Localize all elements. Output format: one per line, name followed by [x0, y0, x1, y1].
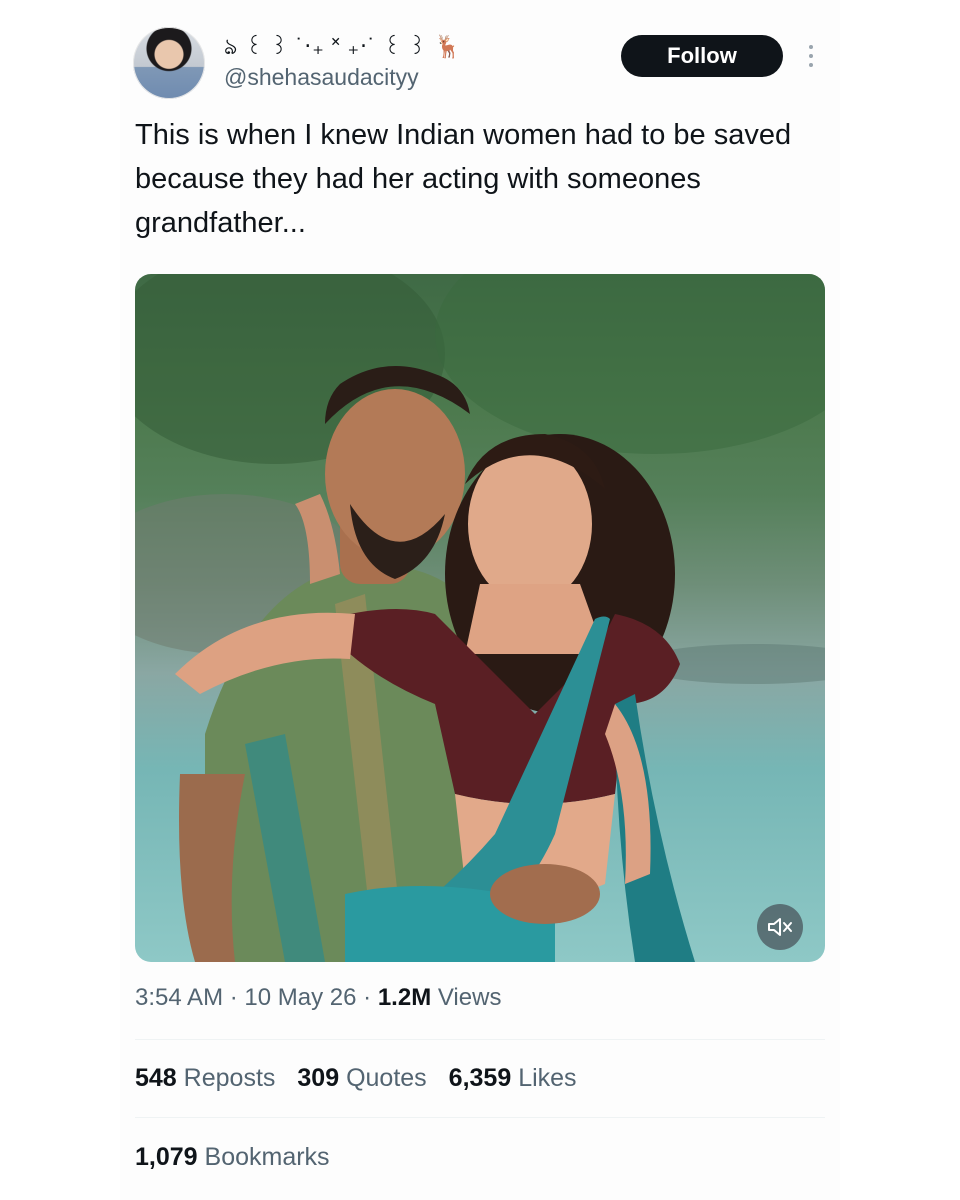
divider	[135, 1117, 825, 1118]
display-name[interactable]: ঌ ꒰ ꒱ ˙‧₊ ˟ ₊‧˙ ꒰ ꒱ 🦌	[224, 30, 462, 60]
engagement-stats: 548 Reposts 309 Quotes 6,359 Likes	[135, 1064, 577, 1093]
tweet-date[interactable]: 10 May 26	[244, 984, 356, 1011]
views-count: 1.2M	[377, 984, 432, 1011]
meta-separator: ·	[229, 984, 245, 1011]
reposts-count: 548	[135, 1064, 177, 1092]
tweet-media[interactable]	[135, 274, 825, 962]
more-options-icon[interactable]	[800, 40, 822, 72]
follow-button[interactable]: Follow	[621, 35, 783, 77]
views-label: Views	[437, 984, 502, 1011]
quotes-count: 309	[297, 1064, 340, 1092]
tweet-meta: 3:54 AM · 10 May 26 · 1.2M Views	[135, 984, 501, 1012]
reposts-label: Reposts	[183, 1064, 276, 1092]
likes-label: Likes	[518, 1064, 577, 1092]
likes-stat[interactable]: 6,359 Likes	[449, 1064, 577, 1093]
avatar[interactable]	[133, 27, 205, 99]
media-illustration	[135, 274, 825, 962]
likes-count: 6,359	[448, 1064, 512, 1092]
bookmarks-label: Bookmarks	[204, 1143, 330, 1171]
quotes-label: Quotes	[346, 1064, 427, 1092]
bookmarks-count: 1,079	[135, 1143, 198, 1171]
quotes-stat[interactable]: 309 Quotes	[297, 1064, 426, 1093]
user-handle[interactable]: @shehasaudacityy	[224, 64, 419, 91]
bookmarks-stat[interactable]: 1,079 Bookmarks	[135, 1143, 330, 1172]
reposts-stat[interactable]: 548 Reposts	[135, 1064, 275, 1093]
meta-separator: ·	[363, 984, 378, 1011]
divider	[135, 1039, 825, 1040]
tweet-text: This is when I knew Indian women had to …	[135, 119, 792, 239]
mute-glyph	[768, 918, 792, 936]
tweet-time[interactable]: 3:54 AM	[135, 984, 223, 1011]
speaker-muted-icon[interactable]	[757, 904, 803, 950]
